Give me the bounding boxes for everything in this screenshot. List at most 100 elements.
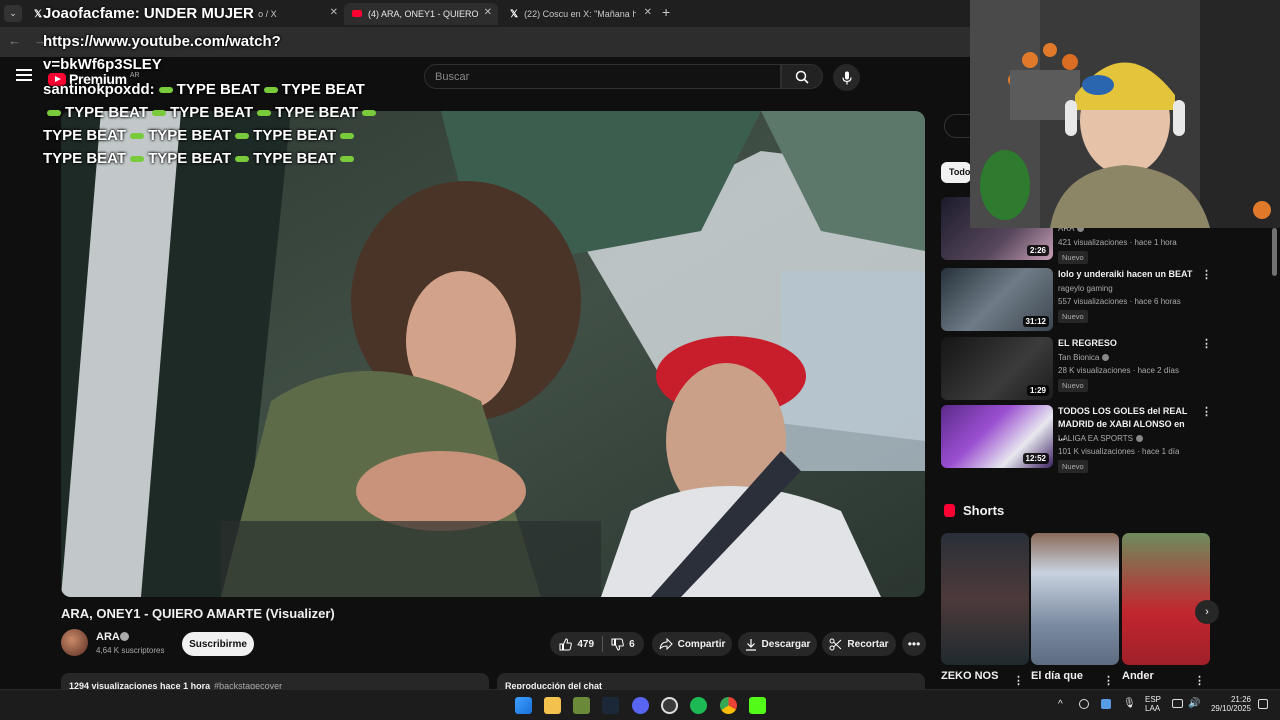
download-button[interactable]: Descargar bbox=[738, 632, 817, 656]
back-arrow-icon[interactable]: ← bbox=[8, 33, 21, 48]
more-vert-icon[interactable]: ⋮ bbox=[1013, 674, 1024, 687]
dislike-count: 6 bbox=[629, 638, 635, 650]
chat-overlay: santinokpoxdd: TYPE BEAT TYPE BEAT TYPE BE… bbox=[43, 78, 377, 170]
clock[interactable]: 21:26 29/10/2025 bbox=[1210, 695, 1251, 713]
steam-icon[interactable] bbox=[602, 697, 619, 714]
verified-check-icon bbox=[120, 632, 129, 641]
chevron-up-icon[interactable]: ^ bbox=[1058, 699, 1063, 710]
microphone-icon[interactable]: 🎙 bbox=[1123, 698, 1136, 709]
video-player[interactable] bbox=[61, 111, 925, 597]
short-title[interactable]: El día que bbox=[1031, 670, 1083, 682]
minecraft-icon[interactable] bbox=[573, 697, 590, 714]
channel-avatar[interactable] bbox=[61, 629, 88, 656]
new-tab-button[interactable]: + bbox=[662, 4, 670, 20]
close-icon[interactable]: ✕ bbox=[330, 7, 338, 18]
windows-taskbar: ^ 🎙 ESP LAA 🔊 21:26 29/10/2025 bbox=[0, 689, 1280, 720]
sidebar-scrollbar[interactable] bbox=[1272, 228, 1277, 276]
emote-icon bbox=[362, 110, 377, 117]
new-badge: Nuevo bbox=[1058, 251, 1088, 264]
more-vert-icon[interactable]: ⋮ bbox=[1201, 268, 1212, 281]
tab-label: (22) Coscu en X: "Mañana hago bbox=[524, 9, 637, 19]
microphone-icon bbox=[841, 71, 852, 84]
thumbs-down-icon bbox=[611, 638, 624, 651]
subscribe-button[interactable]: Suscribirme bbox=[182, 632, 254, 656]
channel-label: Tan Bionica bbox=[1058, 353, 1110, 362]
search-button[interactable] bbox=[781, 64, 823, 89]
more-vert-icon[interactable]: ⋮ bbox=[1194, 674, 1205, 687]
short-title[interactable]: ZEKO NOS bbox=[941, 670, 998, 682]
tab-youtube[interactable]: (4) ARA, ONEY1 - QUIERO AMARTE ✕ bbox=[344, 3, 498, 25]
file-explorer-icon[interactable] bbox=[544, 697, 561, 714]
close-icon[interactable]: ✕ bbox=[644, 7, 652, 18]
recommendation-item[interactable]: 31:12 lolo y underaiki hacen un BEAT rag… bbox=[941, 268, 1212, 332]
tab-label: (4) ARA, ONEY1 - QUIERO AMARTE bbox=[368, 9, 480, 19]
voice-search-button[interactable] bbox=[833, 64, 860, 91]
search-input[interactable] bbox=[425, 65, 780, 88]
channel-name[interactable]: ARA bbox=[96, 631, 120, 643]
kick-icon[interactable] bbox=[749, 697, 766, 714]
obs-icon[interactable] bbox=[661, 697, 678, 714]
new-badge: Nuevo bbox=[1058, 460, 1088, 473]
search-icon bbox=[795, 70, 809, 84]
chat-username: santinokpoxdd: bbox=[43, 81, 155, 98]
new-badge: Nuevo bbox=[1058, 310, 1088, 323]
network-icon[interactable] bbox=[1172, 699, 1183, 708]
menu-icon[interactable] bbox=[16, 69, 32, 81]
clock-time: 21:26 bbox=[1230, 695, 1251, 704]
duration-badge: 12:52 bbox=[1022, 453, 1049, 464]
emote-icon bbox=[263, 87, 278, 94]
verified-check-icon bbox=[1136, 435, 1143, 442]
chrome-icon[interactable] bbox=[720, 697, 737, 714]
sync-icon[interactable] bbox=[1079, 699, 1089, 709]
language-indicator[interactable]: ESP LAA bbox=[1145, 695, 1161, 713]
filter-chip-all[interactable]: Todo bbox=[941, 162, 971, 183]
emote-icon bbox=[340, 156, 355, 163]
short-thumbnail[interactable] bbox=[1122, 533, 1210, 665]
like-count: 479 bbox=[577, 638, 595, 650]
emote-icon bbox=[130, 156, 145, 163]
scissors-icon bbox=[829, 638, 842, 650]
more-vert-icon[interactable]: ⋮ bbox=[1103, 674, 1114, 687]
emote-icon bbox=[340, 133, 355, 140]
close-icon[interactable]: ✕ bbox=[484, 7, 492, 18]
short-title[interactable]: Ander bbox=[1122, 670, 1154, 682]
security-icon[interactable] bbox=[1101, 699, 1111, 709]
shorts-icon bbox=[944, 504, 955, 517]
more-vert-icon[interactable]: ⋮ bbox=[1201, 337, 1212, 350]
clock-date: 29/10/2025 bbox=[1210, 704, 1251, 713]
recommendation-item[interactable]: 12:52 TODOS LOS GOLES del REAL MADRID de… bbox=[941, 405, 1212, 473]
discord-icon[interactable] bbox=[632, 697, 649, 714]
notification-icon[interactable] bbox=[1258, 699, 1268, 709]
shorts-header: Shorts bbox=[944, 503, 1004, 518]
recommendation-item[interactable]: 1:29 EL REGRESO Tan Bionica 28 K visuali… bbox=[941, 337, 1212, 401]
more-actions-button[interactable]: ••• bbox=[902, 632, 926, 656]
spotify-icon[interactable] bbox=[690, 697, 707, 714]
like-button[interactable]: 479 bbox=[559, 637, 595, 651]
donation-overlay-text: Joaofacfame: UNDER MUJER bbox=[43, 5, 254, 22]
video-title: ARA, ONEY1 - QUIERO AMARTE (Visualizer) bbox=[61, 606, 335, 621]
windows-start-icon[interactable] bbox=[515, 697, 532, 714]
video-thumbnail: 1:29 bbox=[941, 337, 1053, 400]
duration-badge: 31:12 bbox=[1022, 316, 1049, 327]
dislike-button[interactable]: 6 bbox=[611, 638, 635, 651]
more-vert-icon[interactable]: ⋮ bbox=[1201, 405, 1212, 418]
video-meta: 557 visualizaciones · hace 6 horas bbox=[1058, 297, 1181, 306]
emote-icon bbox=[152, 110, 167, 117]
volume-icon[interactable]: 🔊 bbox=[1188, 698, 1200, 709]
emote-icon bbox=[130, 133, 145, 140]
video-title: lolo y underaiki hacen un BEAT bbox=[1058, 269, 1193, 279]
short-thumbnail[interactable] bbox=[941, 533, 1029, 665]
short-thumbnail[interactable] bbox=[1031, 533, 1119, 665]
url-line: https://www.youtube.com/watch? bbox=[43, 33, 281, 50]
search-box bbox=[424, 64, 781, 89]
video-title: EL REGRESO bbox=[1058, 338, 1117, 348]
next-arrow-button[interactable]: › bbox=[1195, 600, 1219, 624]
clip-label: Recortar bbox=[847, 638, 889, 650]
x-icon: 𝕏 bbox=[510, 8, 519, 20]
emote-icon bbox=[257, 110, 272, 117]
tab-coscu[interactable]: 𝕏 (22) Coscu en X: "Mañana hago ✕ bbox=[502, 3, 658, 25]
share-button[interactable]: Compartir bbox=[652, 632, 732, 656]
clip-button[interactable]: Recortar bbox=[822, 632, 896, 656]
url-line: v=bkWf6p3SLEY bbox=[43, 56, 162, 73]
tab-search-button[interactable]: ⌄ bbox=[4, 5, 22, 22]
